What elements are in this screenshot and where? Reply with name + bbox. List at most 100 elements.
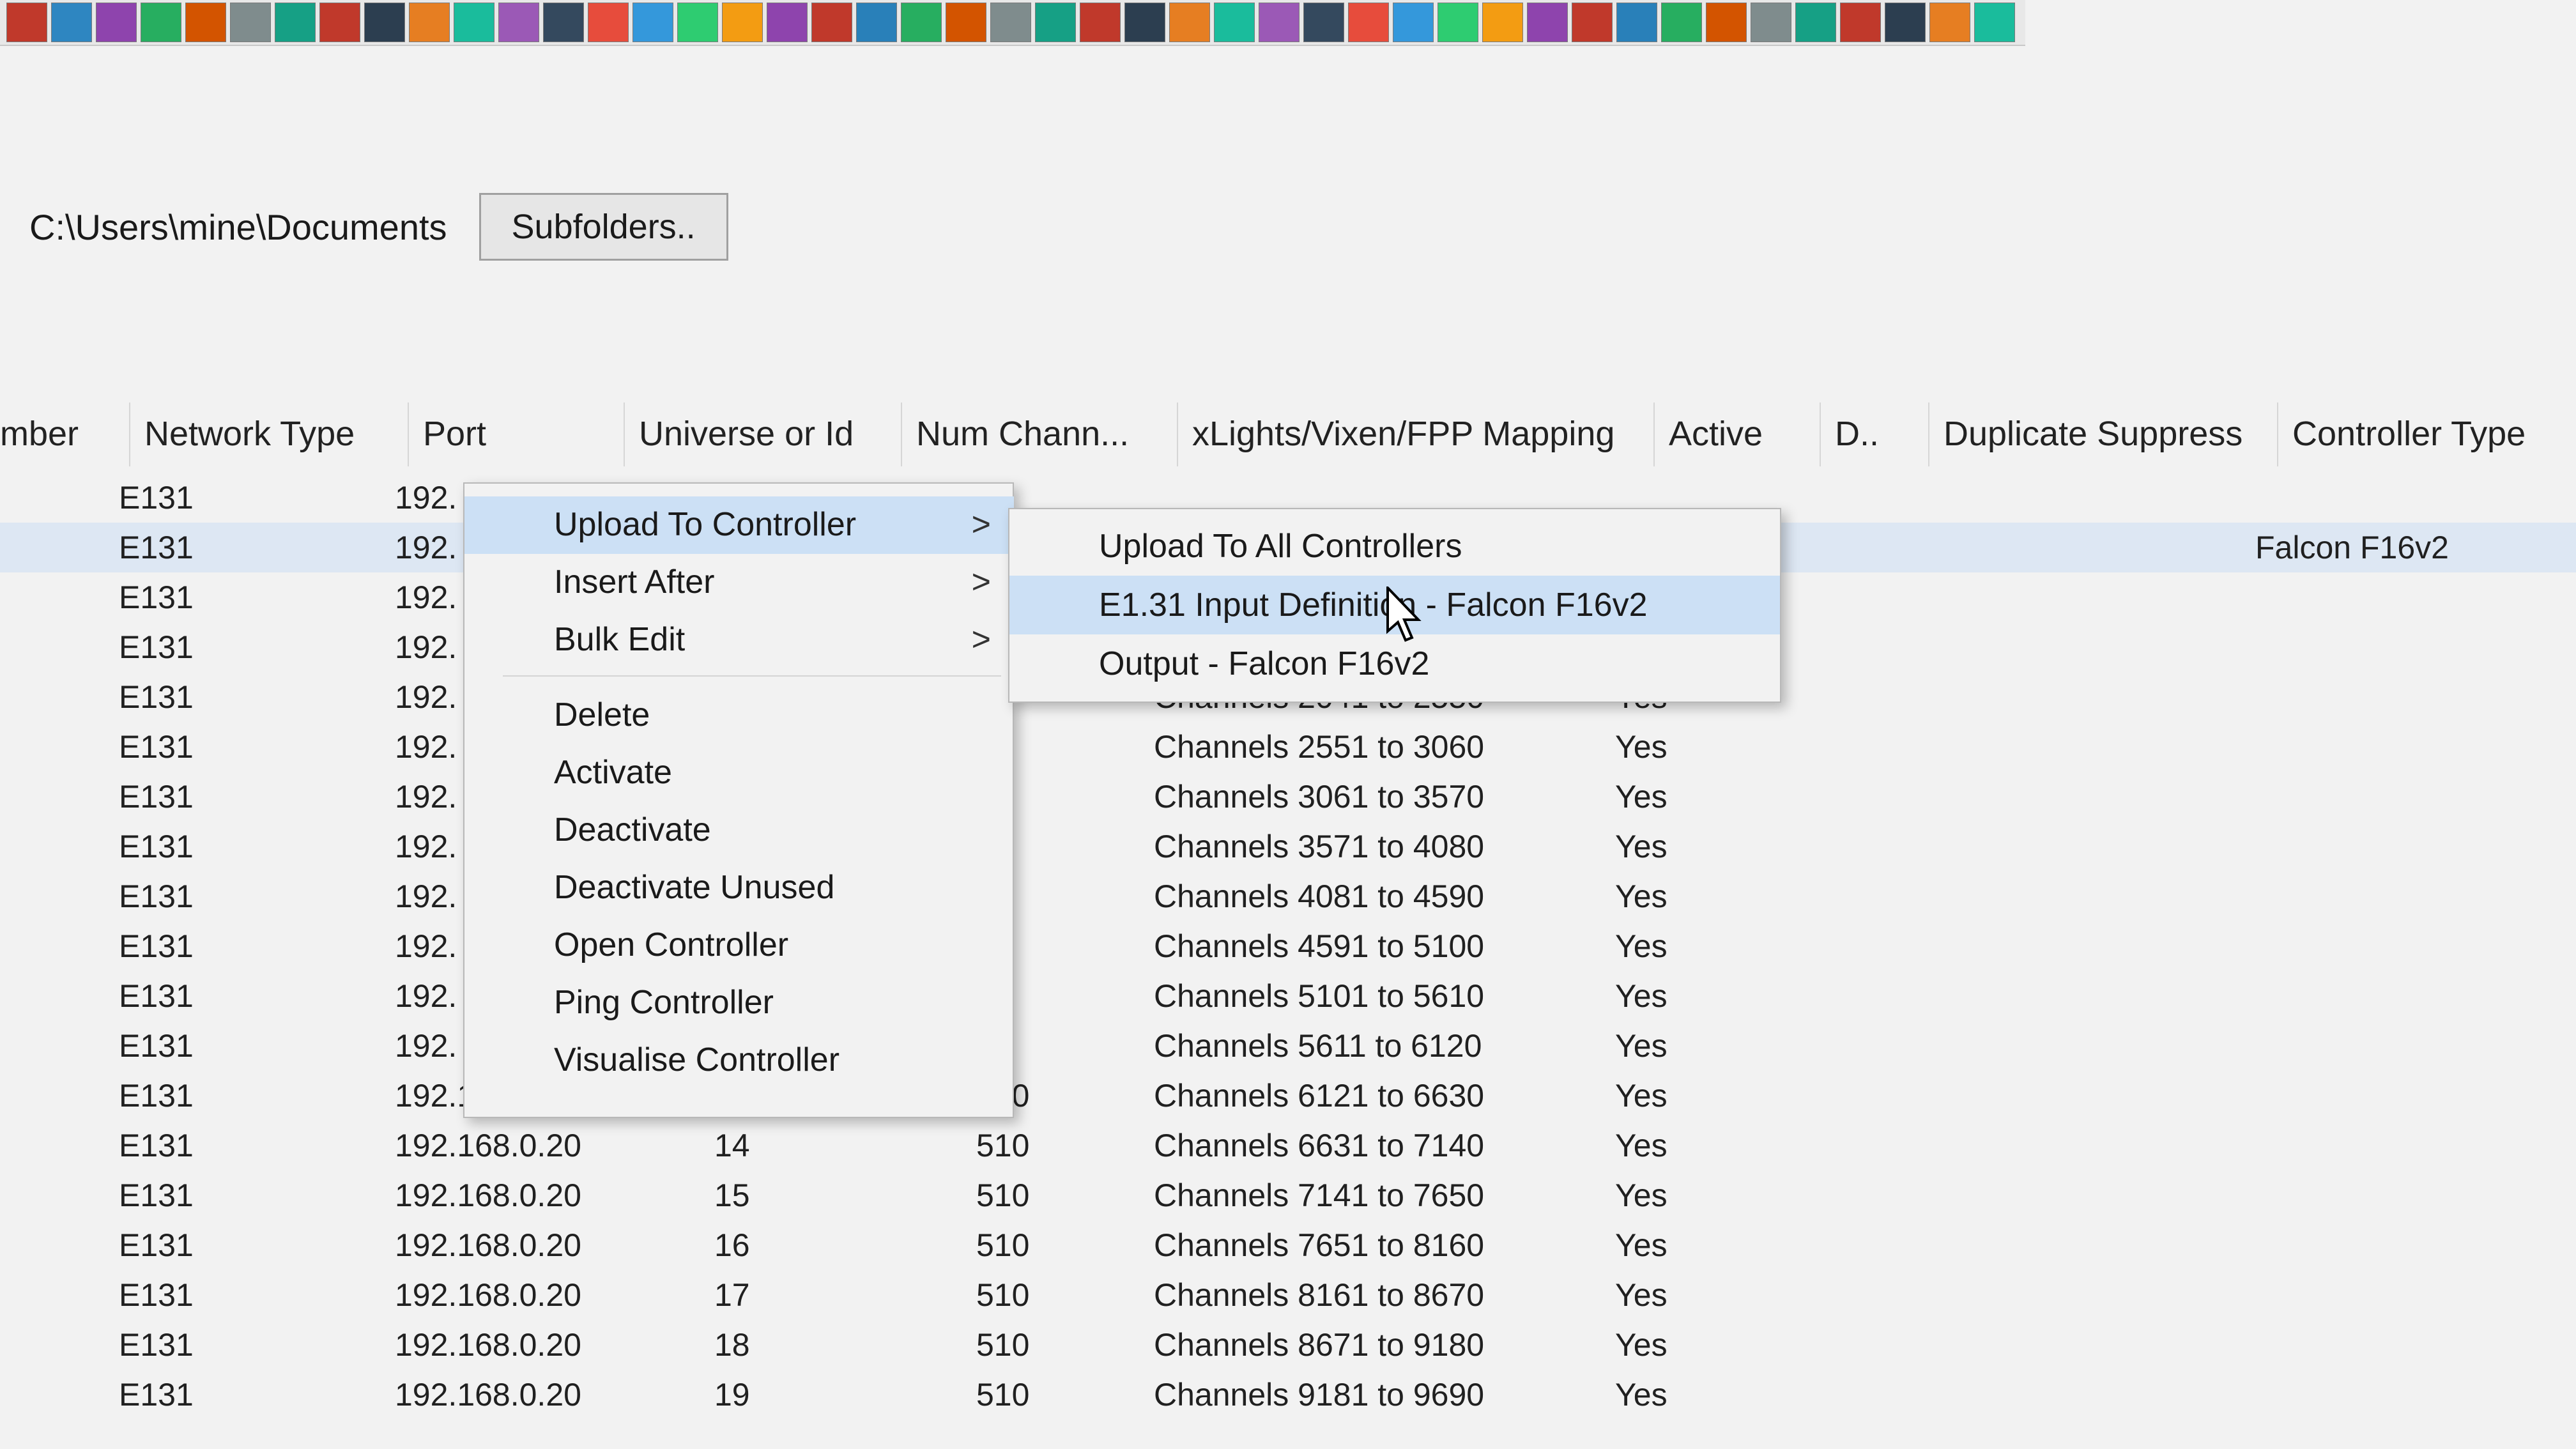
effect-icon[interactable] — [1974, 3, 2015, 42]
column-header[interactable]: Controller Type — [2292, 414, 2526, 454]
menu-item-deactivate-unused[interactable]: Deactivate Unused — [464, 859, 1014, 917]
column-header[interactable]: Universe or Id — [639, 414, 854, 454]
menu-item-label: Open Controller — [554, 926, 789, 963]
cell-active: Yes — [1615, 829, 1667, 864]
effect-icon[interactable] — [1035, 3, 1076, 42]
cell-active: Yes — [1615, 978, 1667, 1014]
effect-icon[interactable] — [409, 3, 450, 42]
effect-icon[interactable] — [141, 3, 181, 42]
effect-icon[interactable] — [1840, 3, 1881, 42]
column-separator[interactable] — [1928, 402, 1929, 466]
effect-icon[interactable] — [543, 3, 584, 42]
table-row[interactable]: E131192.)Channels 4081 to 4590Yes — [0, 871, 2576, 921]
subfolders-button[interactable]: Subfolders.. — [479, 193, 728, 261]
menu-item-activate[interactable]: Activate — [464, 744, 1014, 802]
table-row[interactable]: E131192.)Channels 5101 to 5610Yes — [0, 971, 2576, 1021]
effect-icon[interactable] — [1706, 3, 1747, 42]
menu-item-deactivate[interactable]: Deactivate — [464, 802, 1014, 859]
effect-icon[interactable] — [1303, 3, 1344, 42]
column-separator[interactable] — [1820, 402, 1821, 466]
menu-item-delete[interactable]: Delete — [464, 687, 1014, 744]
menu-item-visualise-controller[interactable]: Visualise Controller — [464, 1032, 1014, 1089]
effect-icon[interactable] — [1124, 3, 1165, 42]
effect-icon[interactable] — [1929, 3, 1970, 42]
effect-icon[interactable] — [1616, 3, 1657, 42]
column-header[interactable]: Duplicate Suppress — [1943, 414, 2242, 454]
column-separator[interactable] — [129, 402, 130, 466]
table-row[interactable]: E131192.)Channels 2551 to 3060Yes — [0, 722, 2576, 772]
effect-icon[interactable] — [811, 3, 852, 42]
effect-icon[interactable] — [1572, 3, 1613, 42]
effect-icon[interactable] — [1393, 3, 1434, 42]
column-header[interactable]: D.. — [1835, 414, 1879, 454]
effect-icon[interactable] — [677, 3, 718, 42]
effect-icon[interactable] — [588, 3, 629, 42]
table-row[interactable]: E131 192.168.0.20 18 510 Channels 8671 to 91… — [0, 1320, 2576, 1370]
column-header[interactable]: Port — [423, 414, 486, 454]
menu-item-upload-to-controller[interactable]: Upload To Controller > — [464, 496, 1014, 554]
effect-icon[interactable] — [1080, 3, 1121, 42]
submenu-item[interactable]: Upload To All Controllers — [1009, 517, 1780, 576]
column-header[interactable]: xLights/Vixen/FPP Mapping — [1192, 414, 1614, 454]
effect-icon[interactable] — [632, 3, 673, 42]
table-row[interactable]: E131 192.168.0.20 14 510 Channels 6631 to 71… — [0, 1121, 2576, 1170]
effect-icon[interactable] — [1661, 3, 1702, 42]
column-separator[interactable] — [2277, 402, 2278, 466]
effect-icon[interactable] — [946, 3, 986, 42]
table-row[interactable]: E131 192.168.0.20 17 510 Channels 8161 to 86… — [0, 1270, 2576, 1320]
column-header[interactable]: Num Chann... — [916, 414, 1129, 454]
cell-type: E131 — [119, 1028, 194, 1064]
menu-item-insert-after[interactable]: Insert After > — [464, 554, 1014, 611]
table-row[interactable]: E131 192.168.0.20 16 510 Channels 7651 to 81… — [0, 1220, 2576, 1270]
effect-icon[interactable] — [1259, 3, 1300, 42]
column-header[interactable]: Active — [1669, 414, 1763, 454]
cell-channels: 510 — [976, 1277, 1030, 1313]
column-separator[interactable] — [408, 402, 409, 466]
effect-icon[interactable] — [1751, 3, 1791, 42]
column-separator[interactable] — [1177, 402, 1178, 466]
menu-item-label: Visualise Controller — [554, 1041, 840, 1078]
effect-icon[interactable] — [1885, 3, 1926, 42]
column-header[interactable]: Network Type — [144, 414, 355, 454]
effect-icon[interactable] — [51, 3, 92, 42]
menu-item-ping-controller[interactable]: Ping Controller — [464, 974, 1014, 1032]
effect-icon[interactable] — [856, 3, 897, 42]
effect-icon[interactable] — [901, 3, 942, 42]
table-row[interactable]: E131 192.168.0.20 15 510 Channels 7141 to 76… — [0, 1170, 2576, 1220]
menu-item-bulk-edit[interactable]: Bulk Edit > — [464, 611, 1014, 669]
effect-icon[interactable] — [185, 3, 226, 42]
table-row[interactable]: E131192.)Channels 4591 to 5100Yes — [0, 921, 2576, 971]
effect-icon[interactable] — [1214, 3, 1255, 42]
table-row[interactable]: E131192.168.0.2013510Channels 6121 to 66… — [0, 1071, 2576, 1121]
effect-icon[interactable] — [454, 3, 494, 42]
effect-icon[interactable] — [1795, 3, 1836, 42]
effect-icon[interactable] — [1438, 3, 1478, 42]
column-header[interactable]: mber — [0, 414, 79, 454]
table-row[interactable]: E131192.)Channels 5611 to 6120Yes — [0, 1021, 2576, 1071]
column-separator[interactable] — [1653, 402, 1655, 466]
column-separator[interactable] — [901, 402, 902, 466]
cell-mapping: Channels 3061 to 3570 — [1154, 779, 1485, 815]
cell-type: E131 — [119, 1078, 194, 1114]
effect-icon[interactable] — [1527, 3, 1568, 42]
effect-icon[interactable] — [767, 3, 808, 42]
effect-icon[interactable] — [230, 3, 271, 42]
table-row[interactable]: E131192.)Channels 3571 to 4080Yes — [0, 822, 2576, 871]
effect-icon[interactable] — [364, 3, 405, 42]
table-row[interactable]: E131 192.168.0.20 19 510 Channels 9181 to 96… — [0, 1370, 2576, 1420]
effect-icon[interactable] — [498, 3, 539, 42]
effect-icon[interactable] — [319, 3, 360, 42]
effect-icon[interactable] — [990, 3, 1031, 42]
column-separator[interactable] — [624, 402, 625, 466]
menu-item-open-controller[interactable]: Open Controller — [464, 917, 1014, 974]
effect-icon[interactable] — [275, 3, 316, 42]
effect-icon[interactable] — [1169, 3, 1210, 42]
effect-icon[interactable] — [1482, 3, 1523, 42]
effect-icon[interactable] — [1348, 3, 1389, 42]
effects-toolbar — [0, 0, 2025, 46]
effect-icon[interactable] — [722, 3, 763, 42]
effect-icon[interactable] — [6, 3, 47, 42]
effect-icon[interactable] — [96, 3, 137, 42]
table-row[interactable]: E131192.)Channels 3061 to 3570Yes — [0, 772, 2576, 822]
menu-item-label: Bulk Edit — [554, 621, 686, 658]
